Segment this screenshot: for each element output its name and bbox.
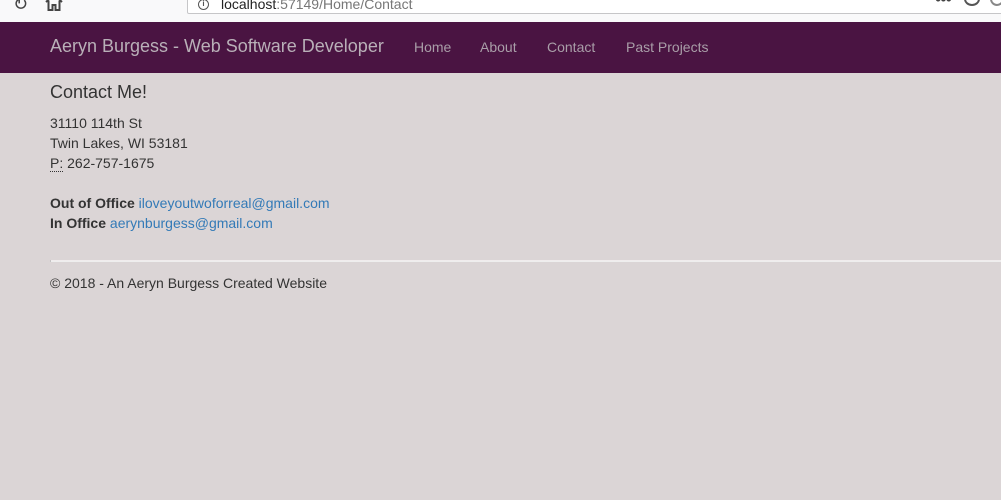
footer-text: © 2018 - An Aeryn Burgess Created Websit…: [50, 275, 327, 291]
home-icon[interactable]: [44, 0, 64, 11]
email-label: In Office: [50, 215, 107, 231]
main-content: Contact Me! 31110 114th St Twin Lakes, W…: [50, 81, 1001, 233]
nav-link-home[interactable]: Home: [414, 39, 451, 55]
navbar: Aeryn Burgess - Web Software Developer H…: [0, 22, 1001, 73]
email-link-out-of-office[interactable]: iloveyoutwoforreal@gmail.com: [139, 195, 330, 211]
reload-icon[interactable]: ↻: [13, 0, 28, 15]
phone-label: P:: [50, 155, 64, 172]
address-line-city: Twin Lakes, WI 53181: [50, 135, 188, 151]
nav-link-contact[interactable]: Contact: [547, 39, 595, 55]
email-label: Out of Office: [50, 195, 135, 211]
address-block: 31110 114th St Twin Lakes, WI 53181 P: 2…: [50, 113, 1001, 173]
email-block: Out of Office iloveyoutwoforreal@gmail.c…: [50, 193, 1001, 233]
nav-link-about[interactable]: About: [480, 39, 517, 55]
menu-dots-icon[interactable]: •••: [935, 0, 952, 10]
email-row-in-office: In Office aerynburgess@gmail.com: [50, 213, 1001, 233]
address-bar[interactable]: i localhost:57149/Home/Contact: [187, 0, 1001, 14]
url-text[interactable]: localhost:57149/Home/Contact: [221, 0, 412, 12]
nav-link-past-projects[interactable]: Past Projects: [626, 39, 708, 55]
info-icon[interactable]: i: [198, 0, 209, 10]
browser-toolbar: ↻ i localhost:57149/Home/Contact •••: [0, 0, 1001, 22]
address-line-street: 31110 114th St: [50, 115, 142, 131]
phone-number: 262-757-1675: [67, 155, 155, 171]
page-title: Contact Me!: [50, 82, 148, 102]
footer-divider: [50, 260, 1001, 262]
email-link-in-office[interactable]: aerynburgess@gmail.com: [110, 215, 273, 231]
phone-line: P: 262-757-1675: [50, 153, 1001, 173]
brand-link[interactable]: Aeryn Burgess - Web Software Developer: [50, 36, 384, 57]
email-row-out-of-office: Out of Office iloveyoutwoforreal@gmail.c…: [50, 193, 1001, 213]
